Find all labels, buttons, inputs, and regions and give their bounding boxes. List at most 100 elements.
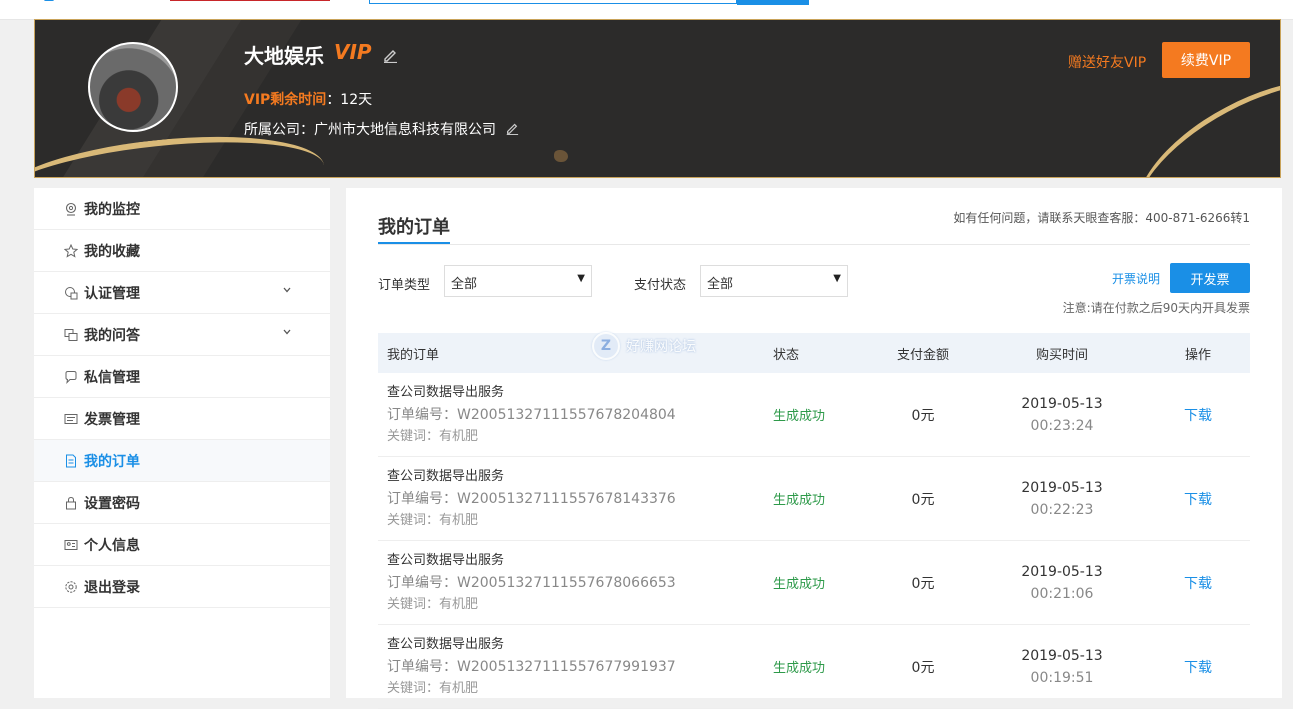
sidebar-item-label: 我的监控 (84, 201, 140, 218)
edit-name-icon[interactable] (382, 47, 398, 63)
order-date: 2019-05-13 (1021, 563, 1103, 580)
order-date: 2019-05-13 (1021, 479, 1103, 496)
monitor-icon (64, 202, 78, 216)
order-date: 2019-05-13 (1021, 395, 1103, 412)
sidebar-item-logout[interactable]: 退出登录 (34, 566, 330, 608)
avatar[interactable] (88, 42, 178, 132)
id-card-icon (64, 538, 78, 552)
table-row: 查公司数据导出服务 订单编号：W20051327111557678143376 … (378, 457, 1250, 541)
order-number: 订单编号：W20051327111557678143376 (387, 490, 676, 507)
order-time: 00:21:06 (1030, 585, 1094, 602)
dropdown-arrow-icon: ▼ (833, 273, 841, 284)
order-icon (64, 454, 78, 468)
order-name: 查公司数据导出服务 (387, 384, 505, 400)
logo-fragment (44, 0, 54, 1)
gear-icon (64, 580, 78, 594)
sidebar-item-profile[interactable]: 个人信息 (34, 524, 330, 566)
search-input[interactable] (369, 0, 737, 4)
order-time: 00:22:23 (1030, 501, 1094, 518)
order-name: 查公司数据导出服务 (387, 552, 505, 568)
sidebar: 我的监控 我的收藏 认证管理 我的问答 私信管理 发票管理 我的订单 设置密码 … (34, 188, 330, 698)
order-amount: 0元 (911, 659, 935, 676)
header-accent-fragment (170, 0, 330, 1)
gift-vip-link[interactable]: 赠送好友VIP (1068, 52, 1146, 72)
pay-status-label: 支付状态 (634, 278, 687, 293)
divider (378, 244, 1250, 245)
vip-remaining: VIP剩余时间：12天 (244, 89, 372, 109)
sidebar-item-label: 我的收藏 (84, 243, 140, 260)
edit-company-icon[interactable] (505, 121, 519, 135)
order-type-select[interactable]: 全部 ▼ (444, 265, 592, 297)
sidebar-item-monitor[interactable]: 我的监控 (34, 188, 330, 230)
order-type-label: 订单类型 (378, 278, 431, 293)
order-keyword: 关键词：有机肥 (387, 596, 479, 612)
vip-remaining-label: VIP剩余时间 (244, 92, 327, 108)
table-row: 查公司数据导出服务 订单编号：W20051327111557678204804 … (378, 373, 1250, 457)
table-row: 查公司数据导出服务 订单编号：W20051327111557677991937 … (378, 625, 1250, 709)
table-row: 查公司数据导出服务 订单编号：W20051327111557678066653 … (378, 541, 1250, 625)
pay-status-select[interactable]: 全部 ▼ (700, 265, 848, 297)
order-number: 订单编号：W20051327111557678066653 (387, 574, 676, 591)
message-icon (64, 370, 78, 384)
company-name: 广州市大地信息科技有限公司 (314, 122, 496, 138)
watermark-text: 好赚网论坛 (626, 339, 696, 355)
watermark: Z 好赚网论坛 (592, 332, 696, 360)
order-status: 生成成功 (773, 661, 826, 676)
sidebar-item-invoices[interactable]: 发票管理 (34, 398, 330, 440)
sidebar-item-qa[interactable]: 我的问答 (34, 314, 330, 356)
renew-vip-button[interactable]: 续费VIP (1162, 42, 1250, 78)
header-amount: 支付金额 (896, 347, 949, 363)
vip-badge: VIP (334, 40, 372, 64)
qa-icon (64, 328, 78, 342)
order-status: 生成成功 (773, 493, 826, 508)
order-type-value: 全部 (451, 277, 478, 292)
sidebar-item-messages[interactable]: 私信管理 (34, 356, 330, 398)
invoice-info-link[interactable]: 开票说明 (1112, 270, 1160, 287)
sidebar-item-label: 我的订单 (84, 453, 140, 470)
order-keyword: 关键词：有机肥 (387, 428, 479, 444)
sidebar-item-label: 发票管理 (84, 411, 140, 428)
sidebar-item-password[interactable]: 设置密码 (34, 482, 330, 524)
vip-remaining-value: ：12天 (326, 92, 373, 108)
order-time: 00:19:51 (1030, 669, 1094, 686)
sidebar-item-label: 我的问答 (84, 327, 140, 344)
star-icon (64, 243, 78, 258)
username: 大地娱乐 (244, 44, 324, 68)
order-number: 订单编号：W20051327111557677991937 (387, 658, 676, 675)
order-keyword: 关键词：有机肥 (387, 680, 479, 696)
top-header (0, 0, 1293, 20)
sidebar-item-certification[interactable]: 认证管理 (34, 272, 330, 314)
search-button[interactable] (737, 0, 809, 5)
order-status: 生成成功 (773, 409, 826, 424)
order-name: 查公司数据导出服务 (387, 468, 505, 484)
vip-banner: 大地娱乐 VIP VIP剩余时间：12天 所属公司：广州市大地信息科技有限公司 … (34, 19, 1281, 178)
download-link[interactable]: 下载 (1146, 657, 1250, 677)
header-operation: 操作 (1184, 347, 1211, 363)
order-amount: 0元 (911, 407, 935, 424)
order-time: 00:23:24 (1030, 417, 1094, 434)
certificate-icon (64, 286, 78, 300)
sidebar-item-label: 认证管理 (84, 285, 140, 302)
orders-table: 我的订单 状态 支付金额 购买时间 操作 查公司数据导出服务 订单编号：W200… (378, 333, 1250, 709)
download-link[interactable]: 下载 (1146, 405, 1250, 425)
download-link[interactable]: 下载 (1146, 489, 1250, 509)
chevron-down-icon[interactable] (282, 327, 292, 337)
sidebar-item-favorites[interactable]: 我的收藏 (34, 230, 330, 272)
sidebar-item-label: 个人信息 (84, 537, 140, 554)
order-amount: 0元 (911, 491, 935, 508)
sidebar-item-label: 设置密码 (84, 495, 140, 512)
company-info: 所属公司：广州市大地信息科技有限公司 (244, 119, 496, 139)
header-time: 购买时间 (1035, 347, 1088, 363)
order-name: 查公司数据导出服务 (387, 636, 505, 652)
invoice-note: 注意:请在付款之后90天内开具发票 (1062, 301, 1250, 315)
dropdown-arrow-icon: ▼ (577, 273, 585, 284)
chevron-down-icon[interactable] (282, 285, 292, 295)
order-status: 生成成功 (773, 577, 826, 592)
sidebar-item-orders[interactable]: 我的订单 (34, 440, 330, 482)
company-label: 所属公司： (244, 122, 314, 138)
download-link[interactable]: 下载 (1146, 573, 1250, 593)
lock-icon (64, 496, 78, 510)
issue-invoice-button[interactable]: 开发票 (1170, 263, 1250, 293)
order-keyword: 关键词：有机肥 (387, 512, 479, 528)
table-header: 我的订单 状态 支付金额 购买时间 操作 (378, 333, 1250, 373)
